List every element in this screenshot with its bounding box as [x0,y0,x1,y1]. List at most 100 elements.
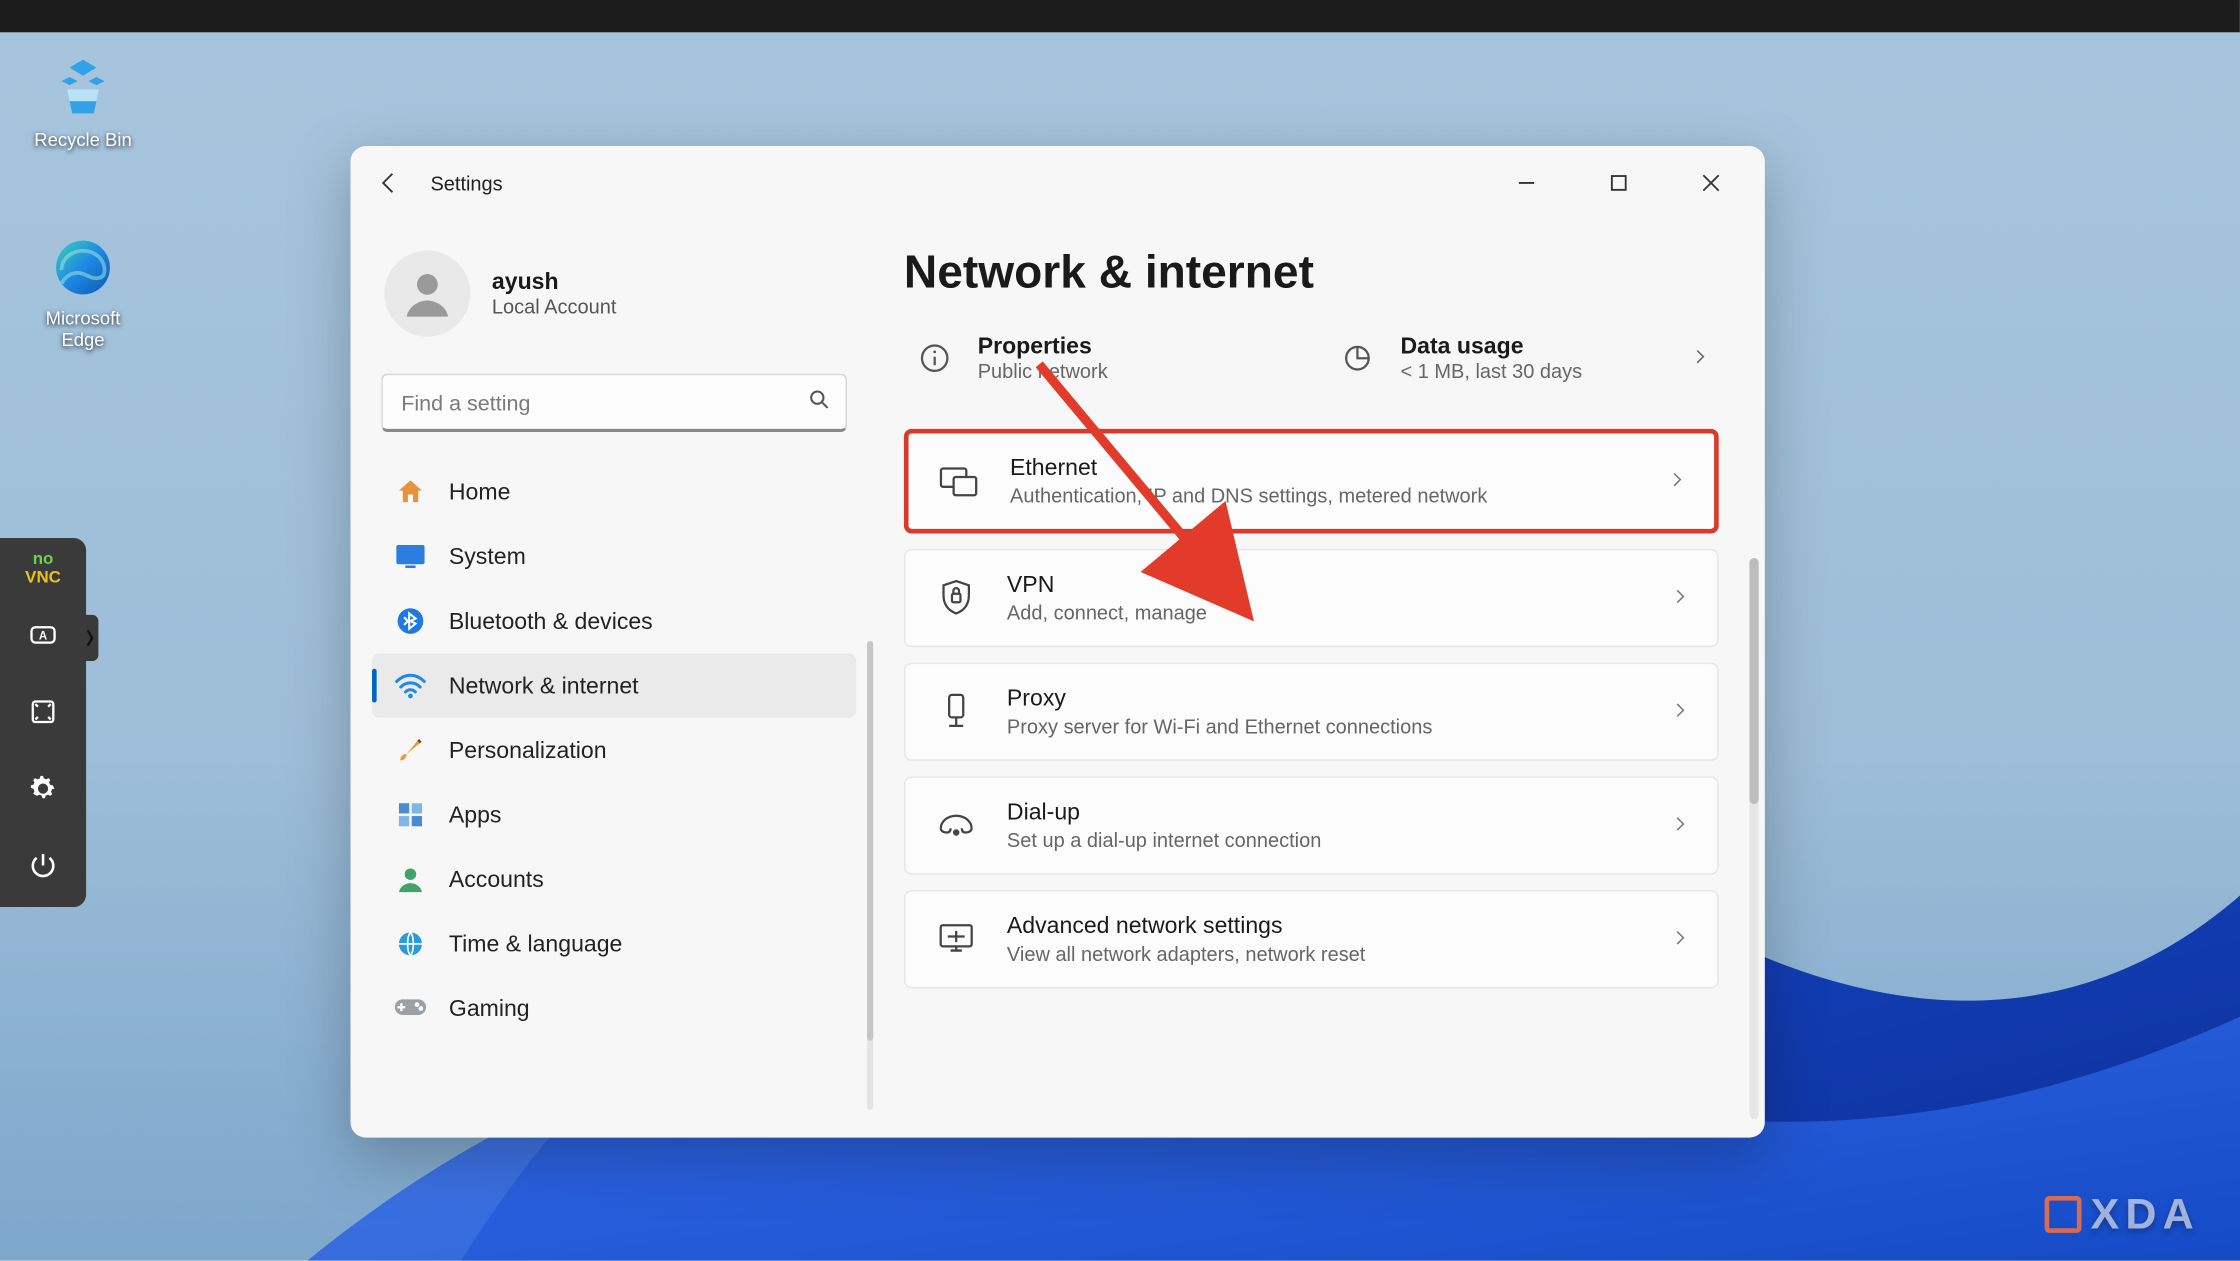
window-close-button[interactable] [1676,160,1747,206]
sidebar-item-system[interactable]: System [372,524,856,589]
apps-icon [394,798,428,832]
card-title: Advanced network settings [1007,913,1643,939]
brush-icon [394,733,428,767]
arrow-left-icon [375,169,403,197]
sidebar-item-label: Network & internet [449,673,639,699]
settings-main-panel: Network & internet Properties Public net… [873,220,1765,1138]
minimize-icon [1517,174,1535,192]
desktop-icon-microsoft-edge[interactable]: Microsoft Edge [22,234,145,351]
properties-info-card[interactable]: Properties Public network [904,312,1296,404]
scrollbar-thumb[interactable] [1749,558,1758,804]
sidebar-item-label: System [449,543,526,569]
recycle-bin-icon [49,55,117,123]
info-subtitle: < 1 MB, last 30 days [1400,360,1669,383]
vnc-fullscreen-button[interactable] [14,683,72,741]
sidebar-item-time[interactable]: Time & language [372,912,856,977]
desktop-icon-label: Microsoft Edge [22,307,145,350]
chevron-right-icon [1668,469,1686,494]
sidebar-item-home[interactable]: Home [372,460,856,525]
chevron-right-icon [1671,699,1689,724]
globe-icon [394,927,428,961]
settings-card-advanced[interactable]: Advanced network settings View all networ… [904,890,1719,988]
info-title: Properties [978,334,1287,360]
sidebar-item-label: Time & language [449,931,622,957]
card-subtitle: View all network adapters, network reset [1007,942,1643,965]
maximize-icon [1610,174,1628,192]
vnc-power-button[interactable] [14,837,72,895]
wifi-icon [394,669,428,703]
edge-icon [49,234,117,302]
dialup-icon [933,802,979,848]
info-title: Data usage [1400,334,1669,360]
card-subtitle: Authentication, IP and DNS settings, met… [1010,484,1640,507]
vnc-brand: no VNC [25,550,61,587]
sidebar-item-label: Gaming [449,995,530,1021]
vnc-side-panel: no VNC A [0,538,86,907]
svg-text:A: A [39,631,48,643]
accounts-icon [394,862,428,896]
card-title: VPN [1007,572,1643,598]
sidebar-item-label: Accounts [449,866,544,892]
ethernet-icon [936,458,982,504]
search-input[interactable] [381,374,847,432]
settings-card-dialup[interactable]: Dial-up Set up a dial-up internet connect… [904,776,1719,874]
advanced-icon [933,916,979,962]
bluetooth-icon [394,604,428,638]
desktop-icon-recycle-bin[interactable]: Recycle Bin [22,55,145,150]
sidebar-item-label: Bluetooth & devices [449,608,653,634]
sidebar-item-accounts[interactable]: Accounts [372,847,856,912]
card-title: Ethernet [1010,455,1640,481]
window-titlebar[interactable]: Settings [351,146,1765,220]
chevron-right-icon [1671,586,1689,611]
sidebar-item-apps[interactable]: Apps [372,782,856,847]
info-icon [913,337,956,380]
chevron-right-icon [1671,813,1689,838]
settings-card-vpn[interactable]: VPN Add, connect, manage [904,549,1719,647]
settings-card-proxy[interactable]: ProxyProxy server for Wi-Fi and Ethernet… [904,663,1719,761]
vnc-settings-button[interactable] [14,760,72,818]
pie-chart-icon [1336,337,1379,380]
main-scrollbar[interactable] [1749,558,1758,1119]
settings-window: Settings ayush Local Account [351,146,1765,1138]
sidebar-item-label: Apps [449,802,502,828]
sidebar-item-label: Personalization [449,737,607,763]
card-subtitle: Set up a dial-up internet connection [1007,829,1643,852]
xda-watermark: XDA [2044,1190,2199,1239]
account-name: ayush [492,269,616,295]
home-icon [394,475,428,509]
vnc-keyboard-button[interactable]: A [14,606,72,664]
card-subtitle: Add, connect, manage [1007,601,1643,624]
data-usage-info-card[interactable]: Data usage < 1 MB, last 30 days [1327,312,1719,404]
window-minimize-button[interactable] [1491,160,1562,206]
card-title: Dial-up [1007,799,1643,825]
vpn-icon [933,575,979,621]
sidebar-item-gaming[interactable]: Gaming [372,976,856,1041]
settings-sidebar: ayush Local Account Home System Bluetooth … [351,220,874,1138]
card-subtitle: Proxy server for Wi-Fi and Ethernet conn… [1007,715,1643,738]
account-type: Local Account [492,295,616,318]
sidebar-item-label: Home [449,479,511,505]
system-icon [394,540,428,574]
sidebar-item-bluetooth[interactable]: Bluetooth & devices [372,589,856,654]
proxy-icon [933,689,979,735]
search-icon [807,387,832,418]
avatar [384,251,470,337]
page-title: Network & internet [904,248,1719,300]
window-title: Settings [430,171,502,194]
chevron-right-icon [1671,927,1689,952]
back-button[interactable] [369,163,409,203]
person-icon [400,266,455,321]
xda-logo-icon [2044,1196,2081,1233]
window-maximize-button[interactable] [1583,160,1654,206]
close-icon [1702,174,1720,192]
vnc-expand-handle[interactable] [83,615,98,661]
settings-card-ethernet[interactable]: Ethernet Authentication, IP and DNS setti… [904,429,1719,534]
account-summary[interactable]: ayush Local Account [372,238,856,358]
gaming-icon [394,992,428,1026]
sidebar-item-network[interactable]: Network & internet [372,653,856,718]
sidebar-item-personalization[interactable]: Personalization [372,718,856,783]
chevron-right-icon [1691,346,1709,371]
settings-search [381,374,847,432]
desktop-icon-label: Recycle Bin [34,129,131,151]
screenshot-top-bar [0,0,2240,32]
